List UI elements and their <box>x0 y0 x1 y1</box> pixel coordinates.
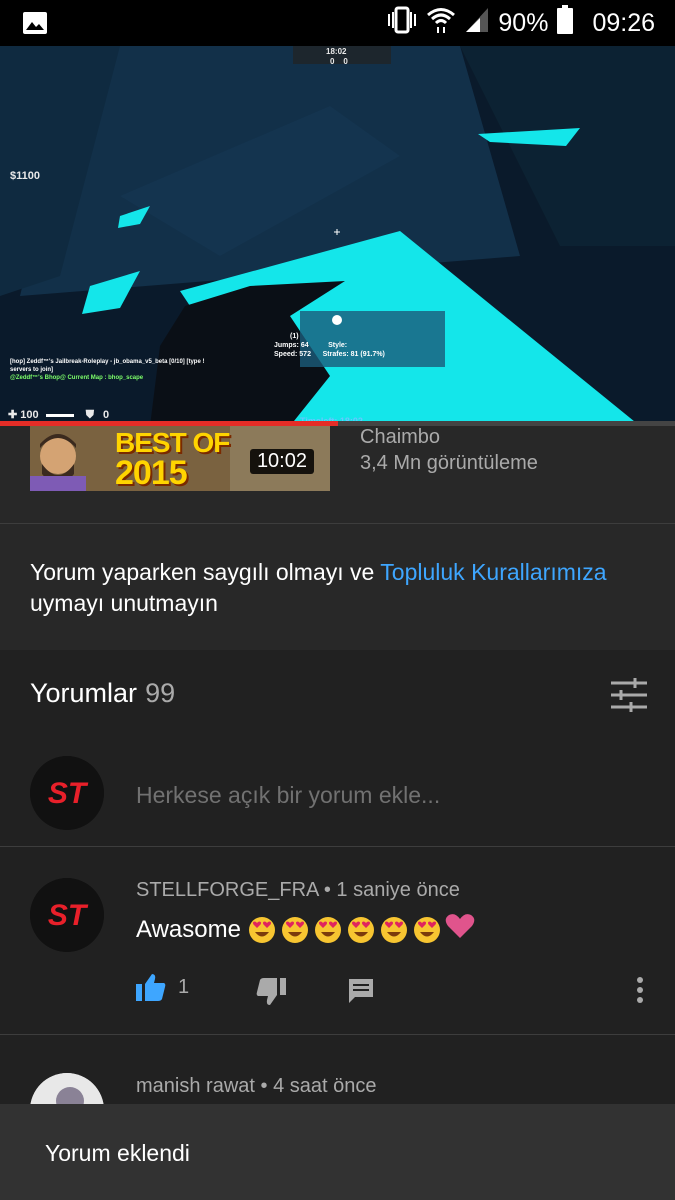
heart-eyes-emoji-icon <box>314 916 341 943</box>
snackbar: Yorum eklendi <box>0 1104 675 1200</box>
snackbar-message: Yorum eklendi <box>45 1140 190 1166</box>
more-options-button[interactable] <box>636 976 644 1004</box>
wifi-icon <box>426 6 456 41</box>
guidelines-link[interactable]: Topluluk Kurallarımıza <box>380 559 606 585</box>
heart-eyes-emoji-icon <box>347 916 374 943</box>
thumbs-up-icon <box>136 974 166 1001</box>
hud-round-time: 18:02 <box>326 47 347 56</box>
signal-icon <box>464 6 490 41</box>
comment-time: 4 saat önce <box>273 1075 377 1097</box>
comment-author[interactable]: STELLFORGE_FRA <box>136 879 318 901</box>
status-bar: 90% 09:26 <box>0 0 675 46</box>
hud-money: $1100 <box>10 170 40 182</box>
clock: 09:26 <box>592 8 655 37</box>
heart-eyes-emoji-icon <box>380 916 407 943</box>
sort-icon[interactable] <box>611 678 647 712</box>
thumbnail-text: BEST OF 2015 <box>115 427 230 491</box>
video-thumbnail[interactable]: BEST OF 2015 10:02 <box>30 426 330 491</box>
hud-score: 0 0 <box>330 57 348 66</box>
like-button[interactable]: 1 <box>136 973 189 1001</box>
video-duration: 10:02 <box>249 449 314 474</box>
status-icons: 90% 09:26 <box>386 0 655 46</box>
emoji-row <box>243 916 441 944</box>
heart-icon <box>445 913 475 946</box>
comment-text: Awasome <box>136 913 475 946</box>
heart-eyes-emoji-icon <box>281 916 308 943</box>
comments-header: Yorumlar 99 <box>30 678 175 709</box>
more-vert-icon <box>637 977 643 1003</box>
armor-icon: ⛊ <box>85 409 94 421</box>
comment-meta: STELLFORGE_FRA • 1 saniye önce <box>136 879 460 901</box>
channel-name[interactable]: Chaimbo <box>360 426 440 449</box>
comment-author[interactable]: manish rawat <box>136 1075 255 1097</box>
comment-meta: manish rawat • 4 saat önce <box>136 1075 377 1097</box>
reply-icon <box>349 979 373 1003</box>
battery-percent: 90% <box>498 8 549 37</box>
heart-eyes-emoji-icon <box>248 916 275 943</box>
hud-health: ✚ 100 ⛊ 0 <box>8 409 110 421</box>
community-notice: Yorum yaparken saygılı olmayı ve Toplulu… <box>0 525 675 650</box>
divider <box>0 846 675 847</box>
comment-time: 1 saniye önce <box>336 879 460 901</box>
st-logo-icon: ST <box>30 878 104 952</box>
add-comment-input[interactable]: Herkese açık bir yorum ekle... <box>136 782 440 809</box>
comments-title: Yorumlar <box>30 678 138 708</box>
dislike-button[interactable] <box>256 978 286 1006</box>
battery-icon <box>556 4 574 42</box>
hud-chat: [hop] Zeddf™'s Jailbreak-Roleplay - jb_o… <box>10 359 205 381</box>
heart-eyes-emoji-icon <box>413 916 440 943</box>
thumbs-down-icon <box>256 978 286 1005</box>
image-icon <box>22 11 48 40</box>
divider <box>0 523 675 524</box>
vibrate-icon <box>386 6 418 41</box>
svg-text:ST: ST <box>48 899 89 932</box>
like-count: 1 <box>178 975 190 998</box>
comments-count: 99 <box>145 678 176 708</box>
st-logo-icon: ST <box>30 756 104 830</box>
reply-button[interactable] <box>347 977 375 1005</box>
avatar[interactable]: ST <box>30 878 104 952</box>
divider <box>0 1034 675 1035</box>
svg-text:ST: ST <box>48 777 89 810</box>
video-player[interactable]: $1100 18:02 0 0 (1) Jumps: 64 Style: Spe… <box>0 46 675 426</box>
view-count: 3,4 Mn görüntüleme <box>360 452 538 474</box>
health-icon: ✚ <box>8 409 18 421</box>
avatar: ST <box>30 756 104 830</box>
notice-text: Yorum yaparken saygılı olmayı ve Toplulu… <box>30 559 607 616</box>
hud-stats: (1) Jumps: 64 Style: Speed: 572 Strafes:… <box>274 333 385 358</box>
related-video[interactable]: BEST OF 2015 10:02 Chaimbo 3,4 Mn görünt… <box>0 426 675 524</box>
